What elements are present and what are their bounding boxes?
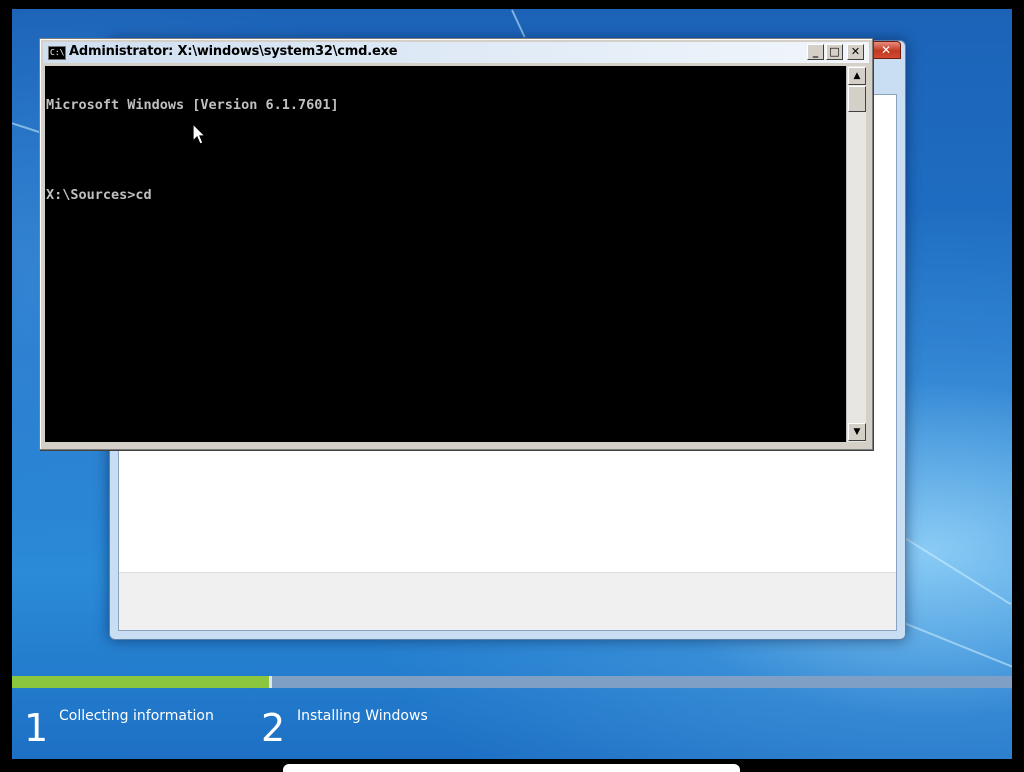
scroll-down-arrow-icon[interactable]: ▼ [848,423,866,441]
title-bar[interactable]: C:\ Administrator: X:\windows\system32\c… [43,42,869,63]
background-light-streak [891,529,1012,606]
setup-close-button[interactable]: ✕ [871,41,901,59]
bottom-edge-tab [283,764,740,772]
step-number: 1 [24,706,49,750]
maximize-button[interactable]: □ [826,44,843,60]
desktop-background: ✕ C:\ Administrator: X:\windows\system32… [12,9,1012,759]
step-label-collecting: Collecting information [59,708,214,724]
console-line: Microsoft Windows [Version 6.1.7601] [46,97,339,113]
vertical-scrollbar[interactable]: ▲ ▼ [846,66,866,442]
close-button[interactable]: ✕ [847,44,864,60]
scroll-up-arrow-icon[interactable]: ▲ [848,67,866,85]
progress-fill [12,676,272,688]
setup-footer [119,572,896,630]
cmd-app-icon[interactable]: C:\ [48,46,66,60]
console-line: X:\Sources>cd [46,187,152,203]
setup-progress-bar [12,676,1012,688]
window-title: Administrator: X:\windows\system32\cmd.e… [69,44,398,59]
step-number: 2 [261,706,286,750]
step-label-installing: Installing Windows [297,708,428,724]
mouse-pointer-icon [192,123,207,145]
minimize-button[interactable]: _ [807,44,824,60]
background-light-streak [511,9,526,38]
scroll-thumb[interactable] [848,86,866,112]
console-output[interactable]: Microsoft Windows [Version 6.1.7601] X:\… [45,66,846,442]
command-prompt-window: C:\ Administrator: X:\windows\system32\c… [39,38,873,450]
